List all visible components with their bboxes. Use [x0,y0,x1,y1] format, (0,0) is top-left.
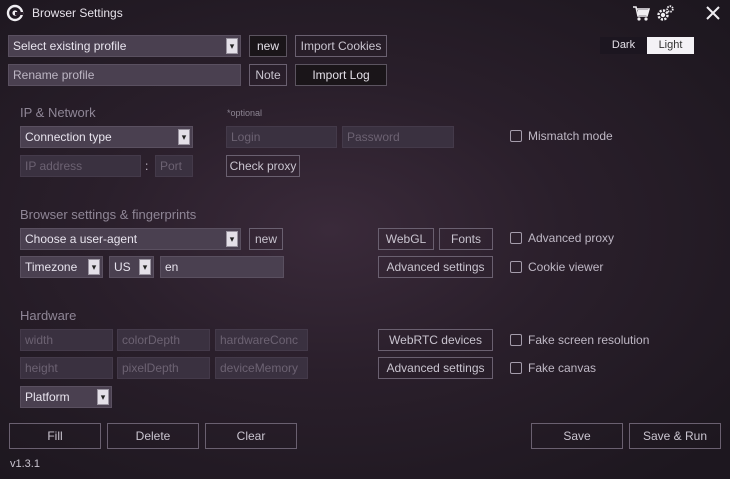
port-input[interactable]: Port [155,155,193,177]
fake-canvas-option[interactable]: Fake canvas [510,361,596,375]
chevron-down-icon: ▾ [226,231,238,247]
pixel-depth-input[interactable]: pixelDepth [117,357,210,379]
gear-icon[interactable] [656,4,674,22]
hardware-advanced-settings-button[interactable]: Advanced settings [378,357,493,379]
network-section-title: IP & Network [20,105,96,120]
chevron-down-icon: ▾ [226,38,238,54]
login-input[interactable]: Login [226,126,337,148]
platform-select[interactable]: Platform ▾ [20,386,112,408]
import-log-button[interactable]: Import Log [295,64,387,86]
fake-canvas-label: Fake canvas [528,361,597,375]
user-agent-select[interactable]: Choose a user-agent ▾ [20,228,241,250]
fake-screen-resolution-checkbox[interactable] [510,334,522,346]
cart-icon[interactable] [632,4,650,22]
import-cookies-button[interactable]: Import Cookies [295,35,387,57]
hardware-section-title: Hardware [20,308,77,323]
theme-toggle[interactable]: Dark Light [600,37,694,54]
theme-light-option[interactable]: Light [647,37,694,54]
login-placeholder: Login [231,130,261,144]
timezone-select[interactable]: Timezone ▾ [20,256,103,278]
optional-note: *optional [227,108,263,118]
user-agent-value: Choose a user-agent [25,232,138,246]
browser-advanced-settings-button[interactable]: Advanced settings [378,256,493,278]
connection-type-select[interactable]: Connection type ▾ [20,126,193,148]
save-and-run-button[interactable]: Save & Run [629,423,721,449]
chevron-down-icon: ▾ [139,259,151,275]
timezone-value: Timezone [25,260,78,274]
mismatch-mode-label: Mismatch mode [528,129,613,143]
password-placeholder: Password [347,130,400,144]
webrtc-devices-button[interactable]: WebRTC devices [378,329,493,351]
webgl-button[interactable]: WebGL [378,228,434,250]
ip-port-separator: : [145,159,149,173]
profile-select-value: Select existing profile [13,39,127,53]
fake-canvas-checkbox[interactable] [510,362,522,374]
cookie-viewer-label: Cookie viewer [528,260,604,274]
browser-section-title: Browser settings & fingerprints [20,207,197,222]
check-proxy-button[interactable]: Check proxy [226,155,300,177]
connection-type-value: Connection type [25,130,112,144]
color-depth-input[interactable]: colorDepth [117,329,210,351]
rename-profile-input[interactable]: Rename profile [8,64,241,86]
language-input[interactable]: en [160,256,284,278]
password-input[interactable]: Password [342,126,454,148]
note-button[interactable]: Note [249,64,287,86]
advanced-proxy-option[interactable]: Advanced proxy [510,231,614,245]
chevron-down-icon: ▾ [178,129,190,145]
country-value: US [114,260,131,274]
color-depth-placeholder: colorDepth [122,333,181,347]
country-select[interactable]: US ▾ [109,256,154,278]
window-title: Browser Settings [32,6,123,20]
port-placeholder: Port [160,159,183,173]
fill-button[interactable]: Fill [9,423,101,449]
ip-address-placeholder: IP address [25,159,83,173]
close-icon[interactable] [704,4,722,22]
device-memory-input[interactable]: deviceMemory [215,357,308,379]
width-input[interactable]: width [20,329,113,351]
save-button[interactable]: Save [531,423,623,449]
cookie-viewer-checkbox[interactable] [510,261,522,273]
height-placeholder: height [25,361,58,375]
height-input[interactable]: height [20,357,113,379]
fake-screen-resolution-option[interactable]: Fake screen resolution [510,333,649,347]
fonts-button[interactable]: Fonts [439,228,493,250]
advanced-proxy-checkbox[interactable] [510,232,522,244]
version-label: v1.3.1 [10,458,40,470]
platform-value: Platform [25,390,70,404]
new-profile-button[interactable]: new [249,35,287,57]
mismatch-mode-option[interactable]: Mismatch mode [510,129,613,143]
fake-screen-resolution-label: Fake screen resolution [528,333,650,347]
pixel-depth-placeholder: pixelDepth [122,361,179,375]
cookie-viewer-option[interactable]: Cookie viewer [510,260,603,274]
profile-select[interactable]: Select existing profile ▾ [8,35,241,57]
new-user-agent-button[interactable]: new [249,228,283,250]
delete-button[interactable]: Delete [107,423,199,449]
clear-button[interactable]: Clear [205,423,297,449]
advanced-proxy-label: Advanced proxy [528,231,615,245]
width-placeholder: width [25,333,54,347]
ip-address-input[interactable]: IP address [20,155,141,177]
theme-dark-option[interactable]: Dark [600,37,647,54]
mismatch-mode-checkbox[interactable] [510,130,522,142]
device-memory-placeholder: deviceMemory [220,361,299,375]
app-logo-icon [6,4,24,22]
hardware-concurrency-input[interactable]: hardwareConc [215,329,308,351]
hardware-concurrency-placeholder: hardwareConc [220,333,299,347]
chevron-down-icon: ▾ [97,389,109,405]
chevron-down-icon: ▾ [88,259,100,275]
